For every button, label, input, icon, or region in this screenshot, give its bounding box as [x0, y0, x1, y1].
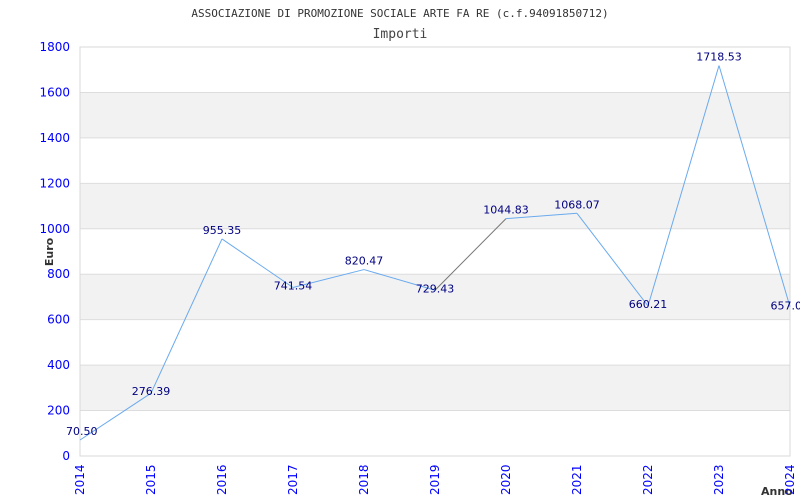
y-tick-label: 1400	[39, 131, 70, 145]
grid-band	[80, 365, 790, 411]
x-tick-label: 2024	[783, 464, 797, 495]
y-tick-label: 400	[47, 358, 70, 372]
y-tick-label: 0	[62, 449, 70, 463]
x-tick-label: 2018	[357, 464, 371, 495]
data-label: 1718.53	[696, 51, 742, 64]
data-label: 820.47	[345, 255, 384, 268]
x-tick-label: 2023	[712, 464, 726, 495]
x-tick-label: 2019	[428, 464, 442, 495]
y-tick-label: 800	[47, 267, 70, 281]
grid-band	[80, 183, 790, 229]
x-tick-label: 2016	[215, 464, 229, 495]
x-tick-label: 2021	[570, 464, 584, 495]
data-label: 657.0	[771, 300, 800, 313]
y-tick-label: 1800	[39, 40, 70, 54]
data-label: 660.21	[629, 298, 668, 311]
y-tick-label: 1600	[39, 85, 70, 99]
y-axis-label: Euro	[43, 237, 56, 266]
y-tick-label: 600	[47, 313, 70, 327]
data-label: 955.35	[203, 224, 242, 237]
chart-title: ASSOCIAZIONE DI PROMOZIONE SOCIALE ARTE …	[191, 7, 608, 20]
data-label: 1044.83	[483, 204, 529, 217]
x-tick-label: 2014	[73, 464, 87, 495]
x-tick-label: 2020	[499, 464, 513, 495]
grid-band	[80, 92, 790, 138]
y-tick-label: 200	[47, 404, 70, 418]
data-label: 729.43	[416, 282, 455, 295]
data-label: 741.54	[274, 280, 313, 293]
grid-band	[80, 274, 790, 320]
y-tick-label: 1200	[39, 176, 70, 190]
data-label: 276.39	[132, 385, 171, 398]
line-chart: ASSOCIAZIONE DI PROMOZIONE SOCIALE ARTE …	[39, 7, 800, 498]
x-tick-label: 2015	[144, 464, 158, 495]
chart-container: ASSOCIAZIONE DI PROMOZIONE SOCIALE ARTE …	[0, 0, 800, 500]
data-label: 1068.07	[554, 198, 600, 211]
chart-subtitle: Importi	[373, 27, 428, 42]
x-tick-label: 2022	[641, 464, 655, 495]
x-tick-label: 2017	[286, 464, 300, 495]
data-label: 70.50	[66, 425, 98, 438]
y-tick-label: 1000	[39, 222, 70, 236]
